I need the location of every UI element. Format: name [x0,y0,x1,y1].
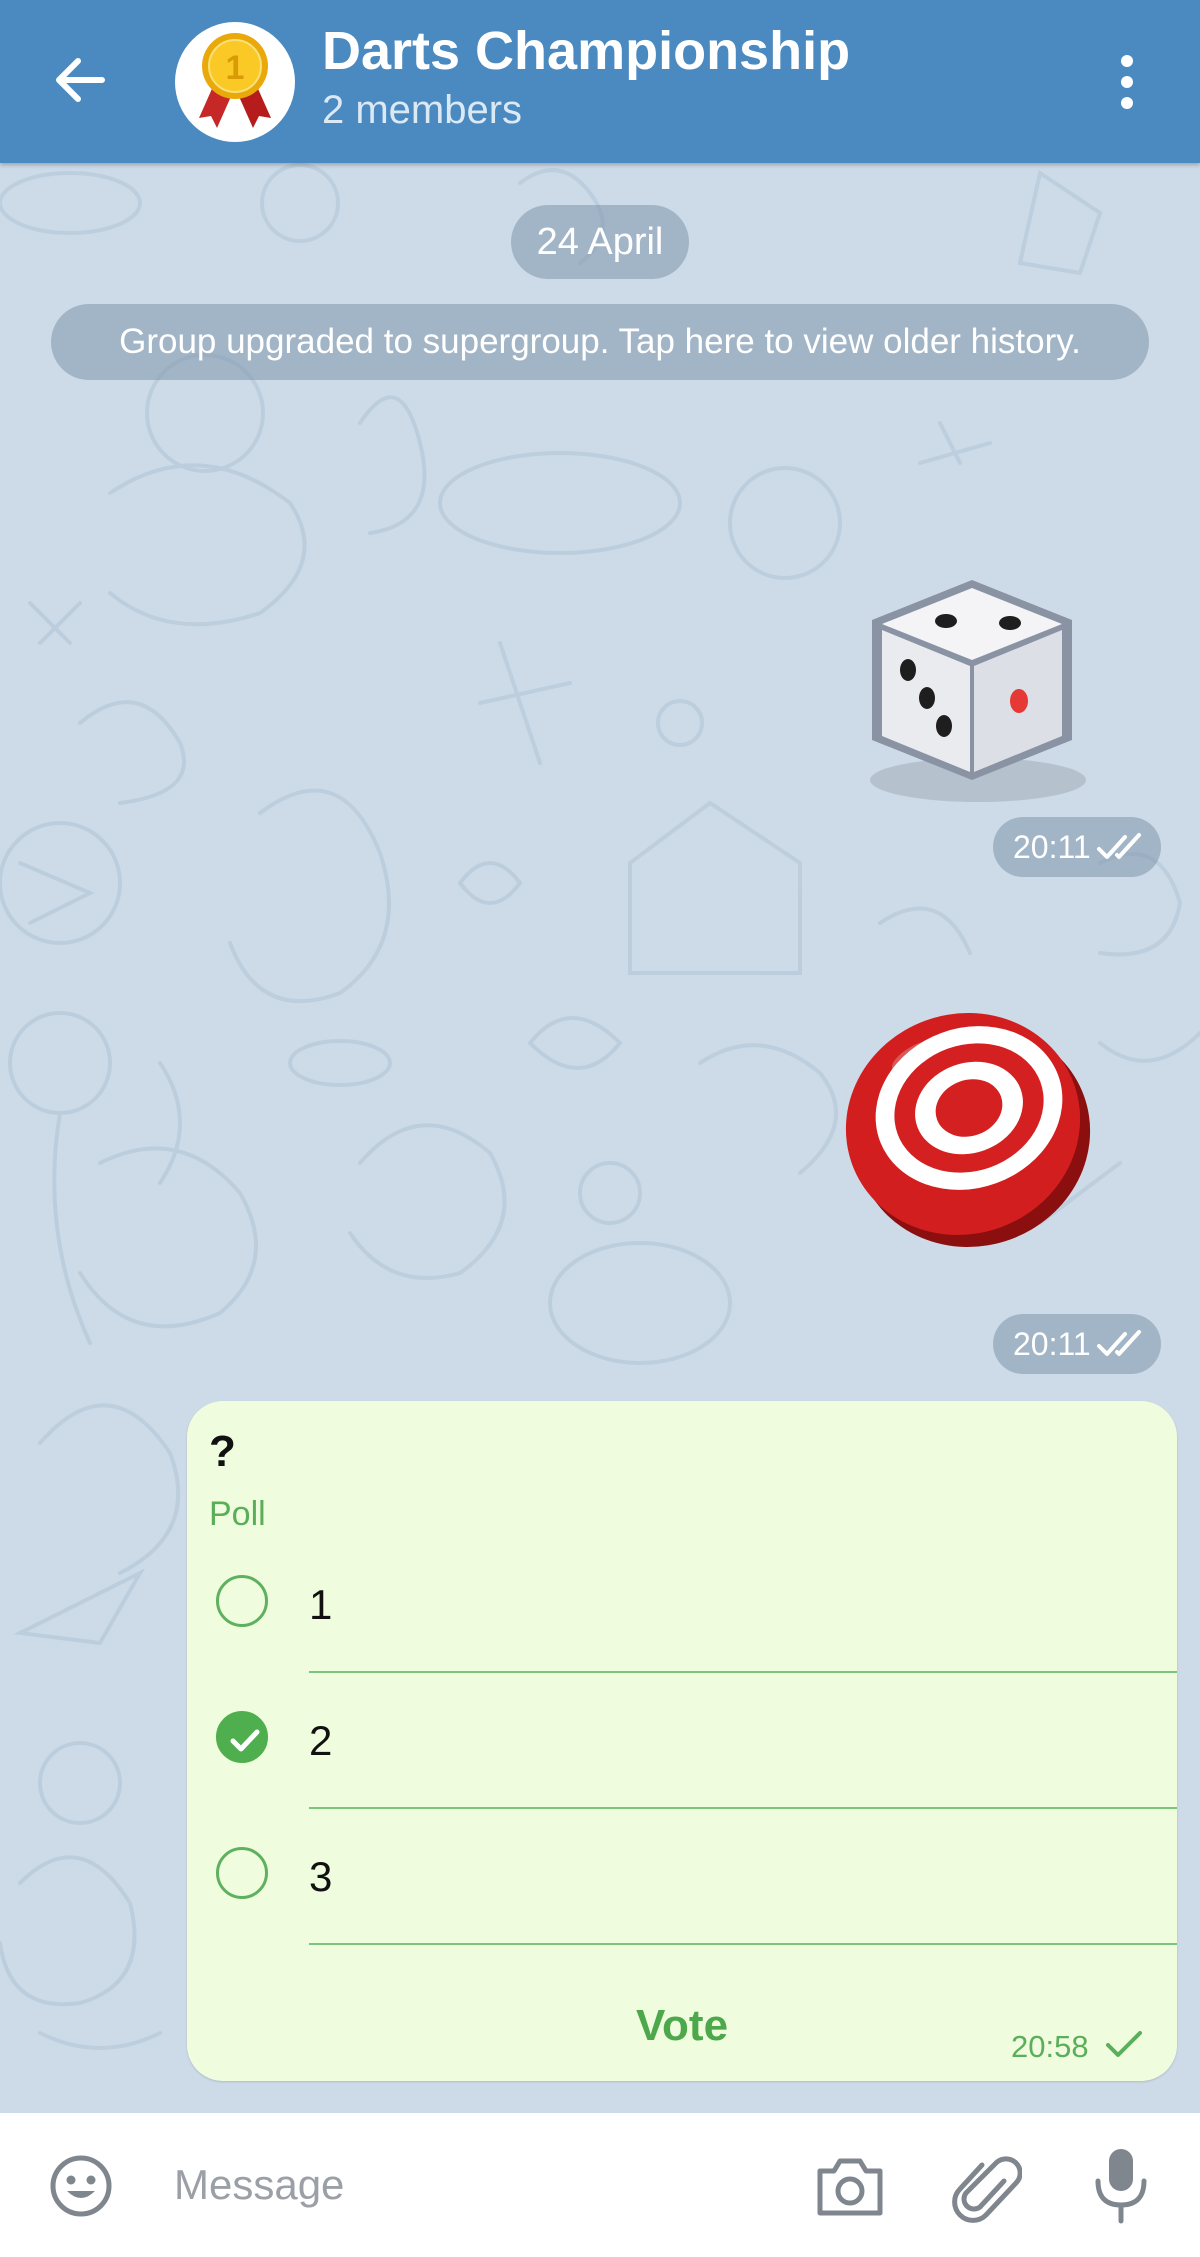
group-avatar[interactable]: 1 [175,22,295,142]
chat-history[interactable]: 24 April Group upgraded to supergroup. T… [0,163,1200,2113]
vote-button[interactable]: Vote [567,1993,797,2059]
option-divider [309,1943,1177,1945]
poll-option-label: 2 [309,1717,333,1764]
date-separator: 24 April [511,205,689,279]
camera-button[interactable] [812,2151,888,2221]
time-label: 20:11 [1013,1326,1091,1362]
time-label: 20:11 [1013,829,1091,865]
more-vertical-icon [1121,55,1133,109]
poll-message: ? Poll 1 2 3 Vote 20:58 [187,1401,1177,2081]
double-check-icon [1097,1330,1141,1356]
chat-header: 1 Darts Championship 2 members [0,0,1200,163]
check-icon [230,1729,260,1752]
message-input[interactable] [172,2149,776,2221]
back-button[interactable] [44,44,116,116]
poll-option-2[interactable]: 2 [187,1673,1177,1809]
dart-target-sticker[interactable] [835,996,1095,1256]
service-message-upgrade[interactable]: Group upgraded to supergroup. Tap here t… [51,304,1149,380]
avatar-badge-number: 1 [226,49,245,87]
single-check-icon [1106,2031,1142,2057]
radio-button-checked[interactable] [216,1711,268,1763]
radio-button[interactable] [216,1847,268,1899]
camera-icon [817,2158,883,2216]
message-input-bar [0,2113,1200,2257]
voice-record-button[interactable] [1090,2145,1152,2225]
gold-medal-icon: 1 [199,33,271,128]
arrow-left-icon [56,58,105,102]
poll-time: 20:58 [1011,2029,1089,2064]
more-menu-button[interactable] [1102,46,1152,118]
message-time: 20:11 [993,1314,1161,1374]
poll-option-label: 3 [309,1853,333,1900]
message-time: 20:11 [993,817,1161,877]
member-count: 2 members [322,88,523,132]
radio-button[interactable] [216,1575,268,1627]
chat-title[interactable]: Darts Championship [322,20,850,82]
poll-option-label: 1 [309,1581,333,1628]
poll-option-3[interactable]: 3 [187,1809,1177,1945]
microphone-icon [1095,2149,1147,2224]
attach-button[interactable] [952,2147,1023,2225]
paperclip-icon [952,2156,1023,2223]
poll-question: ? [209,1427,236,1476]
poll-type-label: Poll [209,1495,266,1533]
dice-sticker[interactable] [850,568,1095,813]
double-check-icon [1097,833,1141,859]
poll-option-1[interactable]: 1 [187,1537,1177,1673]
emoji-icon [50,2155,112,2217]
emoji-button[interactable] [48,2153,114,2219]
